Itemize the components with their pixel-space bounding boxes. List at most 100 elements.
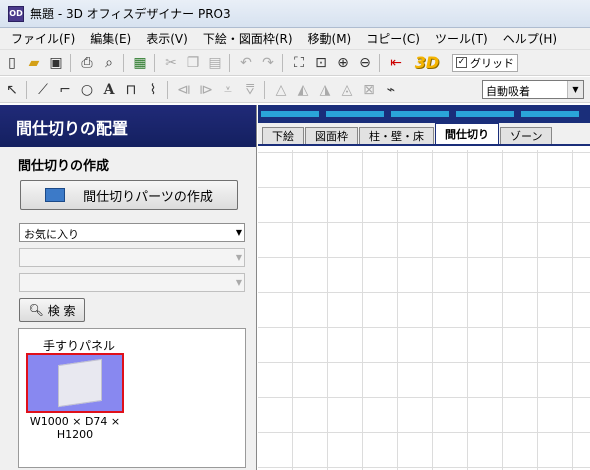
- zoom-area-icon[interactable]: ⊡: [311, 53, 331, 73]
- tab-zones[interactable]: ゾーン: [500, 127, 553, 144]
- toolbar-divider: [264, 80, 265, 99]
- type-select[interactable]: ▼: [19, 273, 245, 292]
- stripe-segment: [456, 111, 514, 117]
- print-icon[interactable]: ⎙: [77, 53, 97, 73]
- tab-walls[interactable]: 柱・壁・床: [359, 127, 434, 144]
- section-title: 間仕切りの作成: [18, 159, 110, 174]
- label-icon[interactable]: ⌇: [143, 80, 163, 100]
- layer-tabs: 下絵 図面枠 柱・壁・床 間仕切り ゾーン: [258, 123, 590, 146]
- chevron-down-icon: ▼: [235, 253, 242, 262]
- stripe-segment: [391, 111, 449, 117]
- category-select[interactable]: お気に入り ▼: [19, 223, 245, 242]
- partition-panel: 間仕切りの配置 間仕切りの作成 間仕切りパーツの作成 お気に入り ▼ ▼ ▼ 🔍…: [0, 105, 257, 470]
- align-left-icon[interactable]: ⧏: [174, 80, 194, 100]
- select-arrow-icon[interactable]: ↖: [2, 80, 22, 100]
- subcategory-select[interactable]: ▼: [19, 248, 245, 267]
- polyline-icon[interactable]: ⟋: [33, 80, 53, 100]
- menu-copy[interactable]: コピー(C): [366, 30, 420, 47]
- align-right-icon[interactable]: ⧐: [196, 80, 216, 100]
- menu-edit[interactable]: 編集(E): [90, 30, 131, 47]
- dims-line-2: H1200: [56, 428, 94, 441]
- chevron-down-icon: ▼: [235, 278, 242, 287]
- menu-file[interactable]: ファイル(F): [11, 30, 75, 47]
- draw-toolbar: ↖ ⟋ ⌐ ○ A ⊓ ⌇ ⧏ ⧐ ⩡ ⩢ △ ◭ ◮ ◬ ⊠ ⌁ 自動吸着 ▼: [0, 77, 590, 103]
- main-toolbar: ▯ ▰ ▣ ⎙ ⌕ ▦ ✂ ❐ ▤ ↶ ↷ ⛶ ⊡ ⊕ ⊖ ⇤ 3D ✓ グリッ…: [0, 50, 590, 76]
- text-icon[interactable]: A: [99, 80, 119, 100]
- rotate-icon[interactable]: ◬: [337, 80, 357, 100]
- category-value: お気に入り: [24, 228, 79, 241]
- grid-label: グリッド: [470, 56, 514, 70]
- tab-frame[interactable]: 図面枠: [305, 127, 358, 144]
- menu-underlay[interactable]: 下絵・図面枠(R): [203, 30, 293, 47]
- snap-mode-select[interactable]: 自動吸着 ▼: [482, 80, 584, 99]
- menu-move[interactable]: 移動(M): [308, 30, 352, 47]
- library-item-dimensions: W1000 × D74 × H1200: [21, 415, 129, 441]
- app-icon: OD: [8, 5, 24, 22]
- image-export-icon[interactable]: ▦: [130, 53, 150, 73]
- chevron-down-icon: ▼: [235, 228, 242, 237]
- search-icon: 🔍︎: [28, 303, 44, 317]
- grid-checkbox[interactable]: ✓ グリッド: [452, 53, 518, 72]
- snap-mode-value: 自動吸着: [486, 85, 530, 98]
- title-bar: OD 無題 - 3D オフィスデザイナー PRO3: [0, 0, 590, 28]
- menu-tools[interactable]: ツール(T): [435, 30, 488, 47]
- toolbar-divider: [282, 53, 283, 72]
- book-icon: [45, 188, 66, 202]
- dims-line-1: W1000 × D74 ×: [29, 415, 121, 428]
- print-preview-icon[interactable]: ⌕: [99, 53, 119, 73]
- toolbar-divider: [379, 53, 380, 72]
- stripe-segment: [521, 111, 579, 117]
- flip-vertical-icon[interactable]: ◮: [315, 80, 335, 100]
- array-icon[interactable]: ⊠: [359, 80, 379, 100]
- search-button[interactable]: 🔍︎ 検 索: [19, 298, 85, 322]
- create-button-label: 間仕切りパーツの作成: [83, 189, 213, 205]
- open-folder-icon[interactable]: ▰: [24, 53, 44, 73]
- grid-canvas[interactable]: [258, 150, 590, 470]
- toolbar-divider: [167, 80, 168, 99]
- stripe-segment: [326, 111, 384, 117]
- menu-view[interactable]: 表示(V): [146, 30, 188, 47]
- grid-check-mark: ✓: [456, 57, 467, 68]
- distribute-icon[interactable]: △: [271, 80, 291, 100]
- view-3d-button[interactable]: 3D: [410, 53, 444, 73]
- stripe-segment: [261, 111, 319, 117]
- cut-icon[interactable]: ✂: [161, 53, 181, 73]
- measure-icon[interactable]: ⌁: [381, 80, 401, 100]
- library-item-name: 手すりパネル: [43, 339, 116, 353]
- toolbar-divider: [70, 53, 71, 72]
- toolbar-divider: [154, 53, 155, 72]
- panel-header: 間仕切りの配置: [0, 105, 256, 147]
- zoom-in-icon[interactable]: ⊕: [333, 53, 353, 73]
- tab-underlay[interactable]: 下絵: [262, 127, 304, 144]
- window-title: 無題 - 3D オフィスデザイナー PRO3: [30, 7, 231, 21]
- layer-stripe: [258, 105, 590, 123]
- flip-horizontal-icon[interactable]: ◭: [293, 80, 313, 100]
- search-label: 検 索: [47, 303, 76, 318]
- menu-bar: ファイル(F) 編集(E) 表示(V) 下絵・図面枠(R) 移動(M) コピー(…: [0, 28, 590, 50]
- handrail-panel-image: [58, 358, 102, 408]
- circle-icon[interactable]: ○: [77, 80, 97, 100]
- zoom-out-icon[interactable]: ⊖: [355, 53, 375, 73]
- menu-help[interactable]: ヘルプ(H): [503, 30, 557, 47]
- new-file-icon[interactable]: ▯: [2, 53, 22, 73]
- redo-icon[interactable]: ↷: [258, 53, 278, 73]
- chevron-down-icon: ▼: [567, 81, 583, 98]
- toolbar-divider: [229, 53, 230, 72]
- exit-arrow-icon[interactable]: ⇤: [386, 53, 406, 73]
- align-top-icon[interactable]: ⩢: [240, 80, 260, 100]
- polygon-icon[interactable]: ⌐: [55, 80, 75, 100]
- paste-icon[interactable]: ▤: [205, 53, 225, 73]
- tab-partitions[interactable]: 間仕切り: [435, 123, 499, 144]
- copy-icon[interactable]: ❐: [183, 53, 203, 73]
- toolbar-divider: [26, 80, 27, 99]
- align-bottom-icon[interactable]: ⩡: [218, 80, 238, 100]
- library-item-thumbnail[interactable]: [26, 353, 124, 413]
- drawing-area: 下絵 図面枠 柱・壁・床 間仕切り ゾーン: [258, 105, 590, 470]
- create-partition-parts-button[interactable]: 間仕切りパーツの作成: [20, 180, 238, 210]
- toolbar-divider: [123, 53, 124, 72]
- dimension-icon[interactable]: ⊓: [121, 80, 141, 100]
- parts-library: 手すりパネル W1000 × D74 × H1200: [18, 328, 246, 468]
- undo-icon[interactable]: ↶: [236, 53, 256, 73]
- save-icon[interactable]: ▣: [46, 53, 66, 73]
- fit-view-icon[interactable]: ⛶: [289, 53, 309, 73]
